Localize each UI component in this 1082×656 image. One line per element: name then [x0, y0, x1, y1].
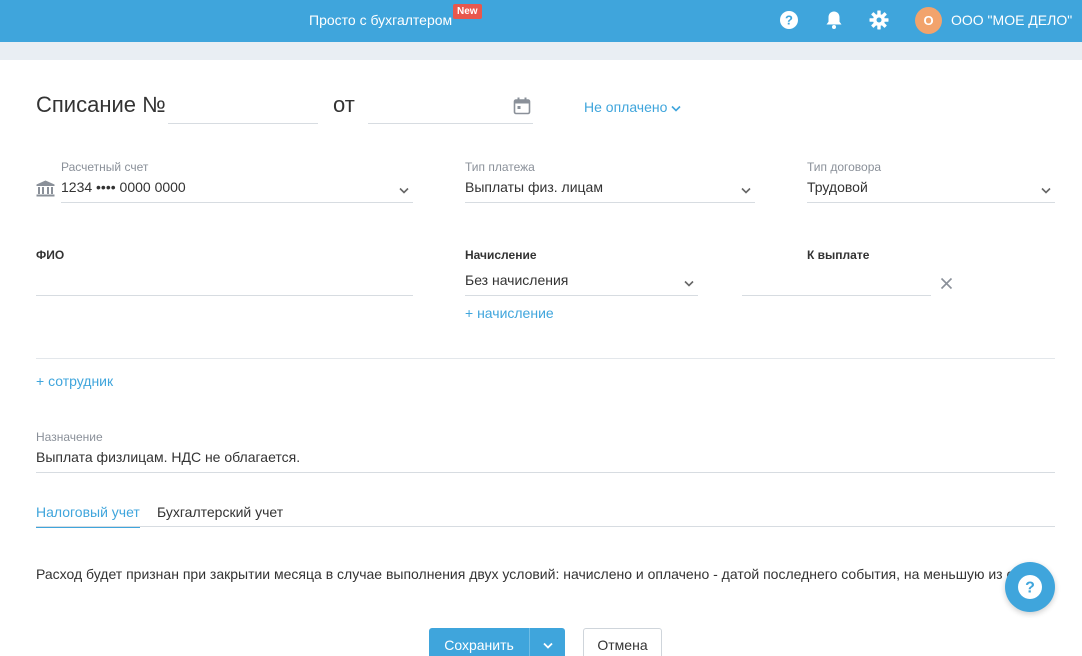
cancel-button[interactable]: Отмена — [583, 628, 662, 656]
close-icon[interactable] — [940, 277, 953, 293]
document-date-input[interactable] — [368, 94, 533, 124]
contract-type-label: Тип договора — [807, 160, 882, 174]
brand-link[interactable]: Просто с бухгалтером — [309, 12, 452, 28]
to-pay-input[interactable] — [742, 266, 931, 296]
purpose-value: Выплата физлицам. НДС не облагается. — [36, 449, 301, 465]
fio-input[interactable] — [36, 266, 413, 296]
top-bar: Просто с бухгалтером New ? О ООО "МОЕ ДЕ… — [0, 0, 1082, 42]
payment-status-dropdown[interactable]: Не оплачено — [584, 99, 681, 115]
payment-type-label: Тип платежа — [465, 160, 535, 174]
tab-tax-accounting[interactable]: Налоговый учет — [36, 504, 140, 528]
company-name[interactable]: ООО "МОЕ ДЕЛО" — [951, 12, 1072, 28]
save-button-group: Сохранить — [429, 628, 565, 656]
account-select[interactable]: 1234 •••• 0000 0000 — [61, 177, 413, 203]
document-number-input[interactable] — [168, 94, 318, 124]
calendar-icon[interactable] — [513, 97, 531, 118]
to-pay-label: К выплате — [807, 248, 870, 262]
purpose-input[interactable]: Выплата физлицам. НДС не облагается. — [36, 447, 1055, 473]
accrual-label: Начисление — [465, 248, 537, 262]
payment-status-label: Не оплачено — [584, 99, 668, 115]
account-label: Расчетный счет — [61, 160, 149, 174]
payment-type-value: Выплаты физ. лицам — [465, 179, 603, 195]
help-icon: ? — [1018, 575, 1042, 599]
gear-icon[interactable] — [869, 10, 889, 30]
page-title: Списание № — [36, 92, 166, 117]
avatar[interactable]: О — [915, 7, 942, 34]
chevron-down-icon — [671, 99, 681, 115]
add-accrual-link[interactable]: + начисление — [465, 305, 554, 321]
expense-note: Расход будет признан при закрытии месяца… — [36, 566, 1036, 582]
tabs-underline — [36, 526, 1055, 527]
svg-text:?: ? — [1025, 580, 1035, 597]
save-options-button[interactable] — [529, 628, 565, 656]
svg-text:?: ? — [785, 13, 793, 28]
chevron-down-icon — [741, 181, 751, 197]
chevron-down-icon — [1041, 181, 1051, 197]
add-employee-link[interactable]: + сотрудник — [36, 373, 113, 389]
help-button[interactable]: ? — [1005, 562, 1055, 612]
chevron-down-icon — [399, 181, 409, 197]
chevron-down-icon — [684, 274, 694, 290]
from-label: от — [333, 92, 355, 117]
sub-bar — [0, 42, 1082, 60]
divider — [36, 358, 1055, 359]
payment-type-select[interactable]: Выплаты физ. лицам — [465, 177, 755, 203]
contract-type-value: Трудовой — [807, 179, 868, 195]
save-button[interactable]: Сохранить — [429, 628, 529, 656]
accrual-select[interactable]: Без начисления — [465, 270, 698, 296]
fio-label: ФИО — [36, 248, 65, 262]
account-value: 1234 •••• 0000 0000 — [61, 179, 186, 195]
new-badge: New — [453, 4, 482, 19]
bell-icon[interactable] — [824, 10, 844, 30]
bank-icon — [36, 180, 55, 200]
purpose-label: Назначение — [36, 430, 103, 444]
chevron-down-icon — [542, 642, 553, 649]
accrual-value: Без начисления — [465, 272, 569, 288]
tab-bookkeeping[interactable]: Бухгалтерский учет — [157, 504, 283, 526]
contract-type-select[interactable]: Трудовой — [807, 177, 1055, 203]
help-icon[interactable]: ? — [779, 10, 799, 30]
